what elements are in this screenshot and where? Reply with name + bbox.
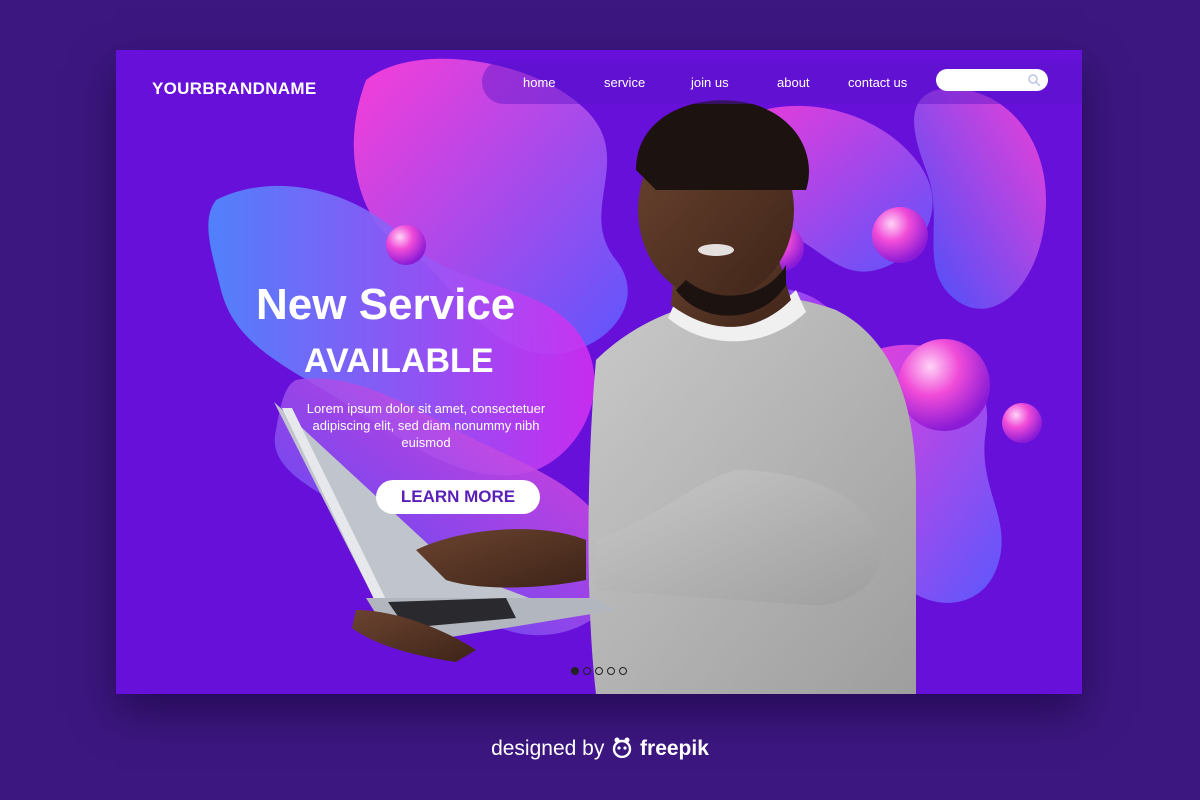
pagination-dot[interactable] <box>607 667 615 675</box>
hero-title: New Service <box>256 280 516 329</box>
pagination-dot[interactable] <box>619 667 627 675</box>
pagination-dot[interactable] <box>583 667 591 675</box>
brand-logo[interactable]: YOURBRANDNAME <box>152 79 316 99</box>
freepik-logo-icon <box>612 737 632 758</box>
learn-more-button[interactable]: LEARN MORE <box>376 480 540 514</box>
nav-item-service[interactable]: service <box>604 75 645 90</box>
pagination-dot[interactable] <box>595 667 603 675</box>
nav-item-about[interactable]: about <box>777 75 810 90</box>
credit-prefix: designed by <box>491 737 605 760</box>
nav-item-home[interactable]: home <box>523 75 556 90</box>
nav-item-contact-us[interactable]: contact us <box>848 75 907 90</box>
search-box <box>936 69 1048 91</box>
hero-description: Lorem ipsum dolor sit amet, consectetuer… <box>306 401 546 450</box>
attribution-credit: designed by freepik <box>0 736 1200 761</box>
search-icon[interactable] <box>1027 73 1041 87</box>
pagination-dot[interactable] <box>571 667 579 675</box>
landing-card: YOURBRANDNAME home service join us about… <box>116 50 1082 694</box>
search-input[interactable] <box>946 72 1026 88</box>
nav-item-join-us[interactable]: join us <box>691 75 729 90</box>
credit-brand[interactable]: freepik <box>640 737 709 760</box>
person-with-laptop-photo <box>274 100 916 694</box>
hero-subtitle: AVAILABLE <box>304 342 494 380</box>
